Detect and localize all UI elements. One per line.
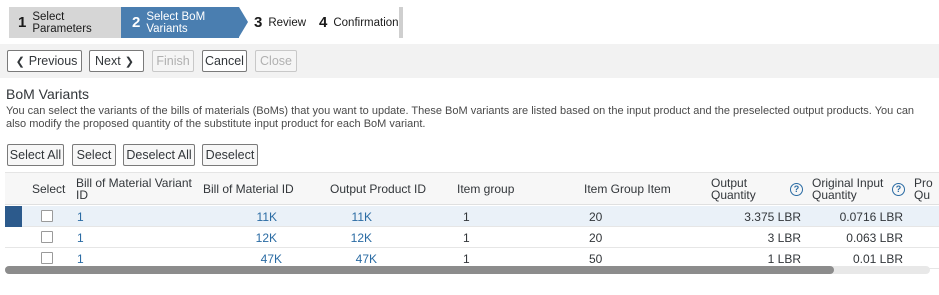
col-header-select[interactable]: Select [32, 173, 72, 205]
cell-bom-id[interactable]: 11K [225, 206, 277, 227]
col-header-truncated[interactable]: Pro Qu [914, 173, 939, 205]
cell-variant-id[interactable]: 1 [77, 227, 84, 248]
help-icon[interactable]: ? [892, 182, 905, 196]
col-header-variant-id[interactable]: Bill of Material Variant ID [76, 173, 194, 205]
close-button[interactable]: Close [255, 50, 297, 72]
step-label: Select Parameters [32, 10, 92, 35]
next-button[interactable]: Next ❯ [89, 50, 144, 72]
chevron-right-icon: ❯ [124, 55, 134, 68]
next-label: Next [95, 54, 121, 68]
select-all-button[interactable]: Select All [7, 144, 64, 166]
step-label: Review [268, 16, 307, 29]
cell-original-input-quantity: 0.0716 LBR [839, 209, 903, 224]
wizard-step-2[interactable]: 2 Select BoM Variants [121, 7, 248, 38]
previous-button[interactable]: ❮ Previous [7, 50, 82, 72]
row-checkbox[interactable] [41, 231, 53, 243]
table-row[interactable]: 1 11K 11K 1 20 3.375 LBR 0.0716 LBR [5, 206, 939, 227]
previous-label: Previous [28, 54, 78, 68]
scrollbar-thumb[interactable] [5, 266, 834, 274]
cell-item-group-item: 20 [589, 209, 603, 224]
cell-output-quantity: 3.375 LBR [744, 209, 801, 224]
cell-bom-id[interactable]: 12K [225, 227, 277, 248]
original-input-help[interactable]: ? [892, 173, 908, 205]
cell-item-group: 1 [463, 209, 470, 224]
step-number: 1 [18, 14, 27, 31]
table-header: Select Bill of Material Variant ID Bill … [5, 173, 939, 205]
cell-item-group: 1 [463, 230, 470, 245]
row-checkbox[interactable] [41, 252, 53, 264]
wizard-step-1[interactable]: 1 Select Parameters [9, 7, 121, 38]
col-header-output-product-id[interactable]: Output Product ID [330, 173, 440, 205]
select-button[interactable]: Select [72, 144, 116, 166]
horizontal-scrollbar[interactable] [5, 266, 930, 274]
cell-original-input-quantity: 0.063 LBR [846, 230, 903, 245]
col-header-item-group-item[interactable]: Item Group Item [584, 173, 684, 205]
table-row[interactable]: 1 12K 12K 1 20 3 LBR 0.063 LBR [5, 227, 939, 248]
col-header-output-quantity[interactable]: Output Quantity [711, 173, 771, 205]
section-title: BoM Variants [6, 86, 89, 102]
col-header-bom-id[interactable]: Bill of Material ID [203, 173, 313, 205]
deselect-all-button[interactable]: Deselect All [123, 144, 195, 166]
col-header-item-group[interactable]: Item group [457, 173, 547, 205]
cell-output-product-id[interactable]: 12K [320, 227, 372, 248]
chevron-left-icon: ❮ [15, 55, 25, 68]
wizard-progress-bar: 1 Select Parameters 2 Select BoM Variant… [0, 0, 939, 44]
wizard-step-3[interactable]: 3 Review [250, 7, 306, 38]
finish-button[interactable]: Finish [152, 50, 194, 72]
output-quantity-help[interactable]: ? [790, 173, 806, 205]
wizard-nav-toolbar: ❮ Previous Next ❯ Finish Cancel Close [0, 44, 939, 78]
help-icon[interactable]: ? [790, 182, 803, 196]
step-number: 4 [319, 14, 328, 31]
cell-variant-id[interactable]: 1 [77, 206, 84, 227]
row-selection-marker[interactable] [5, 206, 22, 227]
step-label: Confirmation [333, 16, 399, 29]
step-number: 2 [132, 14, 141, 31]
step-label: Select BoM Variants [146, 10, 206, 35]
cell-output-product-id[interactable]: 11K [320, 206, 372, 227]
step-number: 3 [254, 14, 263, 31]
cell-item-group-item: 20 [589, 230, 603, 245]
cell-output-quantity: 3 LBR [767, 230, 801, 245]
row-checkbox[interactable] [41, 210, 53, 222]
section-description: You can select the variants of the bills… [6, 105, 915, 130]
bom-variants-section: BoM Variants You can select the variants… [0, 78, 939, 295]
wizard-step-4[interactable]: 4 Confirmation [306, 7, 403, 38]
cancel-button[interactable]: Cancel [202, 50, 247, 72]
col-header-original-input-quantity[interactable]: Original Input Quantity [812, 173, 890, 205]
row-selection-marker[interactable] [5, 227, 22, 248]
deselect-button[interactable]: Deselect [202, 144, 258, 166]
